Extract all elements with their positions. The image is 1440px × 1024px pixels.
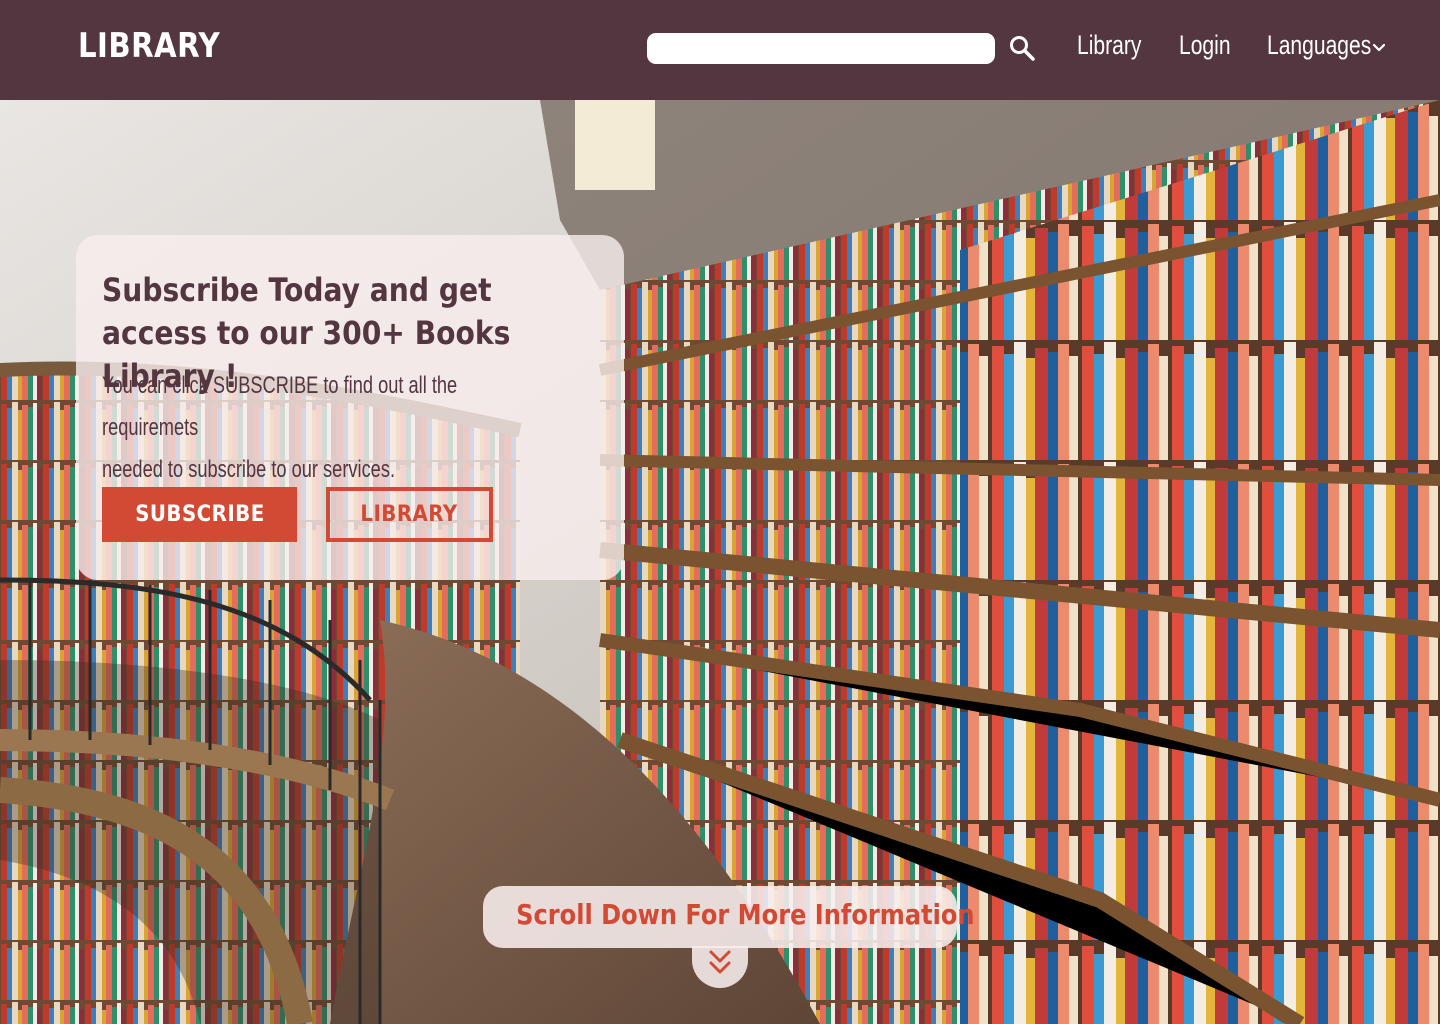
subscribe-card: Subscribe Today and get access to our 30… xyxy=(76,235,624,580)
subscribe-button[interactable]: SUBSCRIBE xyxy=(102,487,297,542)
subscribe-description-line-1: You can click SUBSCRIBE to find out all … xyxy=(102,372,458,441)
nav-library-link[interactable]: Library xyxy=(1077,30,1141,61)
search-icon[interactable] xyxy=(1008,34,1036,62)
scroll-hint-text: Scroll Down For More Information xyxy=(516,898,975,931)
chevron-down-icon[interactable] xyxy=(1372,41,1386,55)
search-input[interactable] xyxy=(647,33,995,64)
library-button[interactable]: LIBRARY xyxy=(326,487,493,542)
subscribe-description-line-2: needed to subscribe to our services. xyxy=(102,456,396,483)
nav-login-link[interactable]: Login xyxy=(1179,30,1231,61)
site-logo[interactable]: LIBRARY xyxy=(78,26,220,66)
hero-section: Subscribe Today and get access to our 30… xyxy=(0,100,1440,1024)
top-navigation-bar: LIBRARY Library Login Languages xyxy=(0,0,1440,100)
library-button-label: LIBRARY xyxy=(360,502,459,527)
nav-languages-dropdown[interactable]: Languages xyxy=(1267,30,1371,61)
scroll-hint-pill[interactable]: Scroll Down For More Information xyxy=(483,886,975,948)
subscribe-button-label: SUBSCRIBE xyxy=(134,502,265,527)
subscribe-description: You can click SUBSCRIBE to find out all … xyxy=(102,365,558,491)
double-chevron-down-icon xyxy=(709,950,731,974)
